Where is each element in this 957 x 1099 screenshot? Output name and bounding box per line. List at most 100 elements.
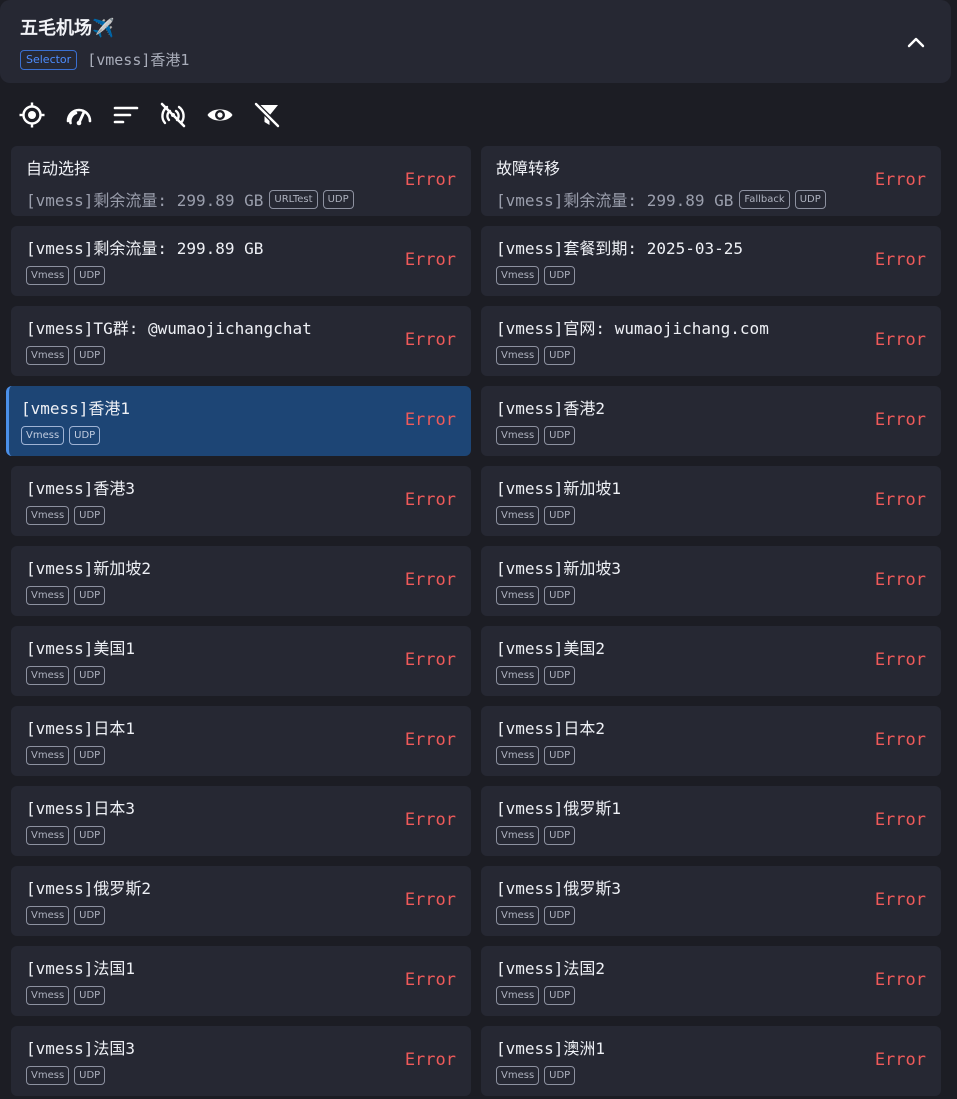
- proxy-delay-status[interactable]: Error: [875, 170, 926, 190]
- proxy-delay-status[interactable]: Error: [405, 570, 456, 590]
- proxy-tag: Vmess: [496, 586, 540, 605]
- group-subtitle: Selector [vmess]香港1: [20, 49, 189, 70]
- proxy-name: [vmess]法国2: [496, 959, 606, 978]
- proxy-tag: Vmess: [496, 746, 540, 765]
- proxy-name: [vmess]香港1: [21, 399, 131, 418]
- locate-button[interactable]: [16, 99, 48, 131]
- proxy-name: [vmess]日本1: [26, 719, 136, 738]
- proxy-name: 自动选择: [26, 159, 91, 178]
- proxy-card[interactable]: [vmess]日本3 Vmess UDP Error: [11, 786, 471, 856]
- show-toggle-button[interactable]: [204, 99, 236, 131]
- proxy-delay-status[interactable]: Error: [405, 890, 456, 910]
- sort-icon: [113, 106, 139, 124]
- proxy-tag: UDP: [544, 826, 576, 845]
- proxy-delay-status[interactable]: Error: [875, 330, 926, 350]
- proxy-delay-status[interactable]: Error: [875, 810, 926, 830]
- proxy-card[interactable]: [vmess]俄罗斯1 Vmess UDP Error: [481, 786, 941, 856]
- collapse-button[interactable]: [898, 27, 934, 57]
- proxy-tag: URLTest: [269, 189, 318, 209]
- proxy-tag: UDP: [544, 986, 576, 1005]
- proxy-group-header[interactable]: 五毛机场✈️ Selector [vmess]香港1: [0, 0, 951, 83]
- proxy-card[interactable]: [vmess]香港2 Vmess UDP Error: [481, 386, 941, 456]
- filter-off-icon: [254, 102, 280, 128]
- proxy-name: [vmess]美国1: [26, 639, 136, 658]
- proxy-tag: UDP: [544, 346, 576, 365]
- proxy-tag: UDP: [74, 826, 106, 845]
- proxy-card[interactable]: [vmess]法国2 Vmess UDP Error: [481, 946, 941, 1016]
- proxy-card[interactable]: [vmess]法国1 Vmess UDP Error: [11, 946, 471, 1016]
- proxy-name: [vmess]美国2: [496, 639, 606, 658]
- proxy-meta: Vmess UDP: [21, 426, 105, 445]
- proxy-card[interactable]: [vmess]日本2 Vmess UDP Error: [481, 706, 941, 776]
- proxy-meta: Vmess UDP: [26, 1066, 110, 1085]
- proxy-card[interactable]: [vmess]套餐到期: 2025-03-25 Vmess UDP Error: [481, 226, 941, 296]
- proxy-meta: Vmess UDP: [496, 586, 580, 605]
- proxy-tag: UDP: [69, 426, 101, 445]
- proxy-tag: Vmess: [26, 346, 70, 365]
- proxy-tag: Vmess: [496, 1066, 540, 1085]
- proxy-meta: Vmess UDP: [26, 506, 110, 525]
- proxy-tag: Vmess: [496, 826, 540, 845]
- clear-filter-button[interactable]: [251, 99, 283, 131]
- proxy-delay-status[interactable]: Error: [875, 250, 926, 270]
- proxy-delay-status[interactable]: Error: [875, 1050, 926, 1070]
- proxy-tag: UDP: [74, 906, 106, 925]
- proxy-card[interactable]: 故障转移 [vmess]剩余流量: 299.89 GB Fallback UDP Err…: [481, 146, 941, 216]
- proxy-card[interactable]: [vmess]日本1 Vmess UDP Error: [11, 706, 471, 776]
- proxy-card[interactable]: [vmess]香港3 Vmess UDP Error: [11, 466, 471, 536]
- proxy-delay-status[interactable]: Error: [875, 890, 926, 910]
- proxy-card[interactable]: [vmess]TG群: @wumaojichangchat Vmess UDP Err…: [11, 306, 471, 376]
- proxy-meta: Vmess UDP: [496, 346, 580, 365]
- proxy-delay-status[interactable]: Error: [405, 730, 456, 750]
- proxy-card[interactable]: [vmess]澳洲1 Vmess UDP Error: [481, 1026, 941, 1096]
- proxy-card[interactable]: [vmess]新加坡3 Vmess UDP Error: [481, 546, 941, 616]
- proxy-delay-status[interactable]: Error: [405, 650, 456, 670]
- proxy-card[interactable]: [vmess]俄罗斯2 Vmess UDP Error: [11, 866, 471, 936]
- proxy-delay-status[interactable]: Error: [875, 570, 926, 590]
- proxy-card[interactable]: [vmess]俄罗斯3 Vmess UDP Error: [481, 866, 941, 936]
- proxy-delay-status[interactable]: Error: [405, 810, 456, 830]
- proxy-card[interactable]: [vmess]新加坡2 Vmess UDP Error: [11, 546, 471, 616]
- group-toolbar: [16, 99, 298, 131]
- proxy-delay-status[interactable]: Error: [405, 970, 456, 990]
- proxy-name: [vmess]俄罗斯1: [496, 799, 622, 818]
- proxy-card[interactable]: [vmess]官网: wumaojichang.com Vmess UDP Error: [481, 306, 941, 376]
- proxy-card[interactable]: [vmess]美国1 Vmess UDP Error: [11, 626, 471, 696]
- selected-proxy-label: [vmess]香港1: [87, 51, 190, 69]
- proxy-delay-status[interactable]: Error: [405, 250, 456, 270]
- chevron-up-icon: [907, 37, 925, 48]
- proxy-delay-status[interactable]: Error: [405, 410, 456, 430]
- proxy-tag: UDP: [544, 586, 576, 605]
- proxy-delay-status[interactable]: Error: [875, 970, 926, 990]
- proxy-card[interactable]: 自动选择 [vmess]剩余流量: 299.89 GB URLTest UDP Erro…: [11, 146, 471, 216]
- proxy-card[interactable]: [vmess]新加坡1 Vmess UDP Error: [481, 466, 941, 536]
- hide-unavailable-button[interactable]: [157, 99, 189, 131]
- proxy-name: [vmess]澳洲1: [496, 1039, 606, 1058]
- sort-button[interactable]: [110, 99, 142, 131]
- proxy-meta: [vmess]剩余流量: 299.89 GB URLTest UDP: [26, 187, 359, 211]
- proxy-meta: [vmess]剩余流量: 299.89 GB Fallback UDP: [496, 187, 831, 211]
- proxy-name: [vmess]俄罗斯3: [496, 879, 622, 898]
- proxy-card[interactable]: [vmess]香港1 Vmess UDP Error: [6, 386, 471, 456]
- proxy-card[interactable]: [vmess]美国2 Vmess UDP Error: [481, 626, 941, 696]
- speed-test-icon: [66, 108, 92, 126]
- proxy-delay-status[interactable]: Error: [875, 650, 926, 670]
- proxy-tag: UDP: [74, 746, 106, 765]
- proxy-delay-status[interactable]: Error: [875, 490, 926, 510]
- proxy-meta: Vmess UDP: [496, 986, 580, 1005]
- speed-test-button[interactable]: [63, 99, 95, 131]
- proxy-tag: UDP: [544, 506, 576, 525]
- proxy-name: [vmess]新加坡3: [496, 559, 622, 578]
- proxy-card[interactable]: [vmess]法国3 Vmess UDP Error: [11, 1026, 471, 1096]
- proxy-delay-status[interactable]: Error: [875, 730, 926, 750]
- proxy-delay-status[interactable]: Error: [405, 330, 456, 350]
- proxy-name: [vmess]剩余流量: 299.89 GB: [26, 239, 264, 258]
- proxy-tag: UDP: [544, 746, 576, 765]
- proxy-delay-status[interactable]: Error: [405, 170, 456, 190]
- proxy-tag: UDP: [544, 906, 576, 925]
- proxy-name: [vmess]新加坡2: [26, 559, 152, 578]
- proxy-delay-status[interactable]: Error: [405, 490, 456, 510]
- proxy-delay-status[interactable]: Error: [405, 1050, 456, 1070]
- proxy-delay-status[interactable]: Error: [875, 410, 926, 430]
- proxy-card[interactable]: [vmess]剩余流量: 299.89 GB Vmess UDP Error: [11, 226, 471, 296]
